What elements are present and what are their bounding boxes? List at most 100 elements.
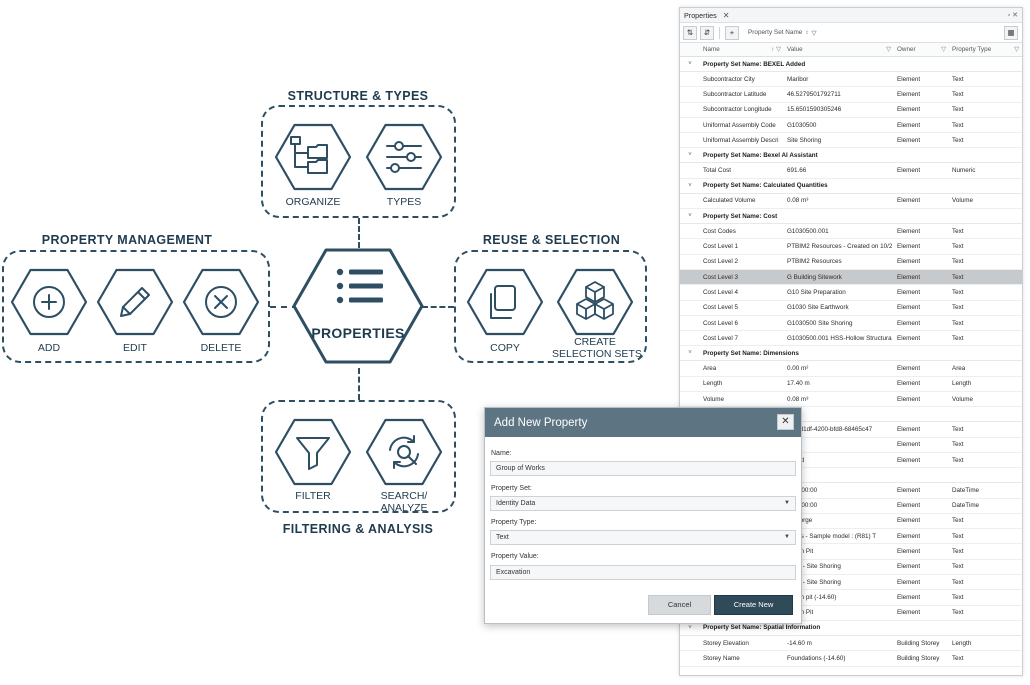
- property-owner: Element: [897, 486, 921, 494]
- dialog-title: Add New Property: [485, 408, 801, 437]
- selection-sets-label: SELECTION SETS: [552, 348, 642, 360]
- property-type: Length: [952, 639, 972, 647]
- property-value: G1030500: [787, 121, 817, 129]
- property-type: Text: [952, 90, 964, 98]
- property-name: Volume: [703, 395, 725, 403]
- property-row[interactable]: Cost Level 5 G1030 Site Earthwork Element T…: [680, 301, 1022, 316]
- property-set-group[interactable]: ˅ Property Set Name: Calculated Quantitie…: [680, 179, 1022, 194]
- property-set-group[interactable]: ˅ Property Set Name: Dimensions: [680, 346, 1022, 362]
- toolbar-divider: [719, 26, 720, 39]
- property-owner: Element: [897, 167, 921, 175]
- header-property-type[interactable]: Property Type ▽: [949, 46, 1022, 53]
- filter-icon[interactable]: ▽: [812, 29, 817, 37]
- create-new-button[interactable]: Create New: [714, 595, 793, 615]
- chevron-down-icon[interactable]: ▼: [784, 531, 790, 544]
- property-type: DateTime: [952, 486, 980, 494]
- property-row[interactable]: Calculated Volume 0.08 m³ Element Volume: [680, 194, 1022, 210]
- collapse-chevron-icon[interactable]: ˅: [680, 213, 700, 219]
- property-owner: Element: [897, 578, 921, 586]
- property-type-label: Property Type:: [491, 519, 537, 526]
- add-hexagon: [10, 268, 88, 336]
- property-type: Text: [952, 106, 964, 114]
- properties-label: PROPERTIES: [311, 325, 405, 341]
- types-hexagon: [365, 123, 443, 191]
- property-type: Text: [952, 532, 964, 540]
- property-row[interactable]: Storey Elevation -14.60 m Building Storey L…: [680, 636, 1022, 652]
- header-name[interactable]: Name ↑ ▽: [700, 46, 784, 53]
- property-type: Text: [952, 654, 964, 662]
- property-set-group[interactable]: ˅ Property Set Name: Bexel AI Assistant: [680, 148, 1022, 164]
- property-owner: Element: [897, 121, 921, 129]
- name-field[interactable]: Group of Works: [490, 461, 796, 476]
- property-set-select[interactable]: Identity Data ▼: [490, 496, 796, 511]
- property-name: Storey Name: [703, 654, 740, 662]
- property-row[interactable]: Cost Level 2 PTBIM2 Resources Element Text: [680, 255, 1022, 270]
- name-label: Name:: [491, 450, 512, 457]
- property-type-select[interactable]: Text ▼: [490, 530, 796, 545]
- property-row[interactable]: Subcontractor City Maribor Element Text: [680, 72, 1022, 88]
- property-value-field[interactable]: Excavation: [490, 565, 796, 580]
- collapse-chevron-icon[interactable]: ˅: [680, 61, 700, 67]
- group-by-filter[interactable]: Property Set Name ↕ ▽: [748, 29, 816, 37]
- create-selection-sets-hexagon: [556, 268, 634, 336]
- collapse-chevron-icon[interactable]: ˅: [680, 625, 700, 631]
- property-type: Numeric: [952, 167, 976, 175]
- property-row[interactable]: Total Cost 691.66 Element Numeric: [680, 163, 1022, 179]
- property-row[interactable]: Area 0.00 m² Element Area: [680, 361, 1022, 377]
- property-set-group[interactable]: ˅ Property Set Name: BEXEL Added: [680, 57, 1022, 72]
- plus-circle-icon: [33, 286, 65, 318]
- properties-tab[interactable]: Properties: [684, 11, 723, 20]
- property-owner: Element: [897, 456, 921, 464]
- sort-asc-icon[interactable]: ⇅: [683, 25, 697, 40]
- property-owner: Element: [897, 380, 921, 388]
- property-name: Cost Level 4: [703, 288, 739, 296]
- name-filter-icon[interactable]: ↑ ▽: [771, 46, 781, 53]
- collapse-chevron-icon[interactable]: ˅: [680, 183, 700, 189]
- property-row[interactable]: Cost Level 1 PTBIM2 Resources - Created o…: [680, 239, 1022, 255]
- dialog-close-button[interactable]: ✕: [777, 414, 794, 430]
- property-set-group[interactable]: ˅ Property Set Name: Cost: [680, 209, 1022, 225]
- columns-icon[interactable]: ▦: [1004, 25, 1018, 40]
- sort-icon[interactable]: ↕: [805, 29, 808, 36]
- property-name: Cost Codes: [703, 227, 736, 235]
- type-filter-icon[interactable]: ▽: [1014, 46, 1019, 53]
- property-owner: Element: [897, 288, 921, 296]
- window-controls-icon[interactable]: ▫ ✕: [1008, 11, 1022, 19]
- property-value: PTBIM2 Resources - Created on 10/2: [787, 243, 893, 251]
- property-value: PTBIM2 Resources: [787, 258, 842, 266]
- edit-hexagon: [96, 268, 174, 336]
- owner-filter-icon[interactable]: ▽: [941, 46, 946, 53]
- add-property-button[interactable]: +: [725, 25, 739, 40]
- property-owner: Element: [897, 334, 921, 342]
- property-name: Cost Level 3: [703, 273, 739, 281]
- property-row[interactable]: Cost Level 4 G10 Site Preparation Element T…: [680, 285, 1022, 301]
- property-row[interactable]: Cost Level 6 G1030500 Site Shoring Element…: [680, 316, 1022, 332]
- property-set-title: Property Set Name: Dimensions: [703, 349, 799, 357]
- property-row[interactable]: Length 17.40 m Element Length: [680, 377, 1022, 393]
- property-value: G Building Sitework: [787, 273, 842, 281]
- property-owner: Building Storey: [897, 639, 940, 647]
- collapse-chevron-icon[interactable]: ˅: [680, 152, 700, 158]
- property-type: Text: [952, 273, 964, 281]
- cancel-button[interactable]: Cancel: [648, 595, 711, 615]
- property-value-label: Property Value:: [491, 553, 539, 560]
- sort-desc-icon[interactable]: ⇵: [700, 25, 714, 40]
- property-row[interactable]: Uniformat Assembly Descri Site Shoring Ele…: [680, 133, 1022, 149]
- tab-close-icon[interactable]: ✕: [723, 11, 730, 20]
- property-row[interactable]: Cost Level 7 G1030500.001 HSS-Hollow Stru…: [680, 331, 1022, 347]
- property-row[interactable]: Storey Name Foundations (-14.60) Building …: [680, 651, 1022, 667]
- property-row[interactable]: Cost Level 3 G Building Sitework Element Te…: [680, 269, 1022, 286]
- property-name: Cost Level 7: [703, 334, 739, 342]
- property-type: Text: [952, 548, 964, 556]
- property-row[interactable]: Volume 0.08 m³ Element Volume: [680, 392, 1022, 408]
- header-value[interactable]: Value ▽: [784, 46, 894, 53]
- property-row[interactable]: Uniformat Assembly Code G1030500 Element Te…: [680, 118, 1022, 134]
- header-owner[interactable]: Owner ▽: [894, 46, 949, 53]
- chevron-down-icon[interactable]: ▼: [784, 497, 790, 510]
- create-label: CREATE: [574, 336, 616, 348]
- property-row[interactable]: Subcontractor Longitude 15.6501590305246 E…: [680, 103, 1022, 118]
- value-filter-icon[interactable]: ▽: [886, 46, 891, 53]
- property-row[interactable]: Subcontractor Latitude 46.5279501792711 El…: [680, 87, 1022, 103]
- property-row[interactable]: Cost Codes G1030500.001 Element Text: [680, 224, 1022, 240]
- collapse-chevron-icon[interactable]: ˅: [680, 350, 700, 356]
